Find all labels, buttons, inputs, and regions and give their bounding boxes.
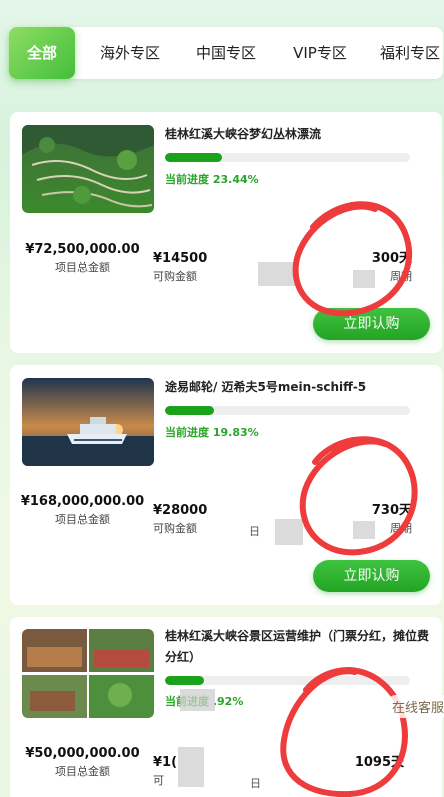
progress-bar bbox=[165, 406, 410, 415]
total-amount-block: ¥168,000,000.00 项目总金额 bbox=[20, 491, 145, 527]
available-amount-label: 可购金额 bbox=[153, 522, 197, 535]
tab-all[interactable]: 全部 bbox=[9, 27, 75, 79]
progress-text: 当前进度 23.44% bbox=[165, 173, 259, 186]
product-image-jungle bbox=[22, 125, 154, 213]
progress-bar-fill bbox=[165, 406, 214, 415]
blurred-area bbox=[178, 747, 204, 787]
tab-china[interactable]: 中国专区 bbox=[187, 27, 265, 79]
customer-service-button[interactable]: 在线客服 bbox=[385, 695, 444, 718]
available-amount-value: ¥28000 bbox=[153, 503, 208, 518]
unit-fragment: 日 bbox=[249, 525, 260, 538]
progress-bar bbox=[165, 153, 410, 162]
category-tabs: 全部 海外专区 中国专区 VIP专区 福利专区 bbox=[9, 27, 443, 79]
product-image-collage bbox=[22, 629, 154, 718]
total-amount-block: ¥72,500,000.00 项目总金额 bbox=[20, 239, 145, 275]
total-amount-value: ¥168,000,000.00 bbox=[20, 494, 145, 509]
product-title: 途易邮轮/ 迈希夫5号mein-schiff-5 bbox=[165, 380, 367, 394]
buy-button[interactable]: 立即认购 bbox=[313, 560, 430, 592]
total-amount-label: 项目总金额 bbox=[55, 261, 110, 274]
tab-vip[interactable]: VIP专区 bbox=[281, 27, 359, 79]
available-amount-value: ¥1( bbox=[153, 755, 178, 770]
unit-fragment: 日 bbox=[250, 777, 261, 790]
blurred-area bbox=[180, 689, 215, 711]
annotation-circle bbox=[299, 436, 418, 556]
available-amount-value: ¥14500 bbox=[153, 251, 208, 266]
tab-welfare[interactable]: 福利专区 bbox=[371, 27, 444, 79]
total-amount-block: ¥50,000,000.00 项目总金额 bbox=[20, 743, 145, 779]
annotation-circle bbox=[292, 201, 413, 317]
total-amount-value: ¥72,500,000.00 bbox=[25, 242, 140, 257]
tab-overseas[interactable]: 海外专区 bbox=[91, 27, 169, 79]
progress-text: 当前进度 19.83% bbox=[165, 426, 259, 439]
available-amount-fragment: 可 bbox=[153, 774, 164, 787]
available-amount-block: ¥14500 可购金额 bbox=[153, 250, 207, 285]
available-amount-label: 可购金额 bbox=[153, 270, 197, 283]
available-amount-block: ¥28000 可购金额 bbox=[153, 502, 207, 537]
progress-bar-fill bbox=[165, 676, 205, 685]
total-amount-label: 项目总金额 bbox=[55, 513, 110, 526]
total-amount-value: ¥50,000,000.00 bbox=[25, 746, 140, 761]
available-amount-block: ¥1( 可 bbox=[153, 754, 177, 789]
product-image-cruise-ship bbox=[22, 378, 154, 466]
total-amount-label: 项目总金额 bbox=[55, 765, 110, 778]
progress-bar-fill bbox=[165, 153, 223, 162]
annotation-circle bbox=[280, 666, 408, 797]
product-title: 桂林红溪大峡谷梦幻丛林漂流 bbox=[165, 127, 322, 141]
